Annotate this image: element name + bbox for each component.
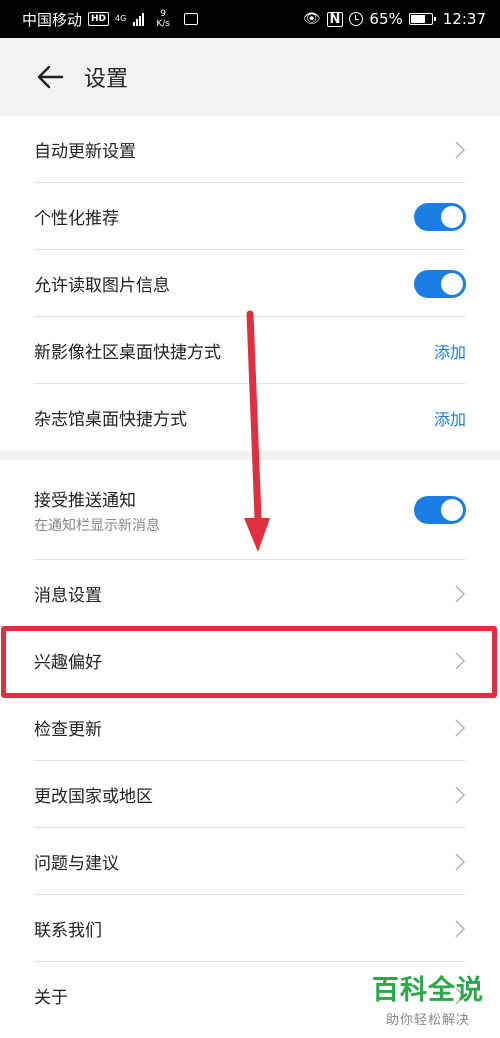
chevron-right-icon bbox=[455, 852, 466, 871]
watermark-logo: 百科全说 助你轻松解决 bbox=[372, 968, 484, 1028]
network-speed: 9 K/s bbox=[156, 9, 170, 29]
toggle-allow-read-image-info[interactable] bbox=[414, 269, 466, 298]
annotation-arrow bbox=[244, 310, 270, 552]
signal-icon bbox=[133, 12, 145, 26]
message-icon bbox=[183, 13, 198, 25]
row-message-settings[interactable]: 消息设置 bbox=[0, 560, 500, 627]
page-title: 设置 bbox=[84, 67, 129, 92]
row-check-updates[interactable]: 检查更新 bbox=[0, 694, 500, 761]
annotation-highlight-box bbox=[1, 626, 497, 698]
battery-percent: 65% bbox=[369, 10, 403, 28]
watermark-sub: 助你轻松解决 bbox=[385, 1013, 470, 1028]
row-label: 联系我们 bbox=[34, 921, 102, 941]
chevron-right-icon bbox=[455, 718, 466, 737]
hd-icon: HD bbox=[88, 12, 110, 26]
speed-unit: K/s bbox=[156, 19, 170, 29]
row-personalized-recommendation: 个性化推荐 bbox=[0, 183, 500, 250]
toggle-push-notifications[interactable] bbox=[414, 496, 466, 524]
row-label: 杂志馆桌面快捷方式 bbox=[34, 410, 187, 430]
row-feedback[interactable]: 问题与建议 bbox=[0, 828, 500, 895]
row-label: 允许读取图片信息 bbox=[34, 276, 170, 296]
alarm-icon bbox=[349, 12, 364, 26]
chevron-right-icon bbox=[455, 140, 466, 159]
speed-value: 9 bbox=[160, 9, 166, 19]
add-shortcut-link[interactable]: 添加 bbox=[434, 406, 466, 430]
eye-icon: 👁 bbox=[302, 11, 321, 27]
back-button[interactable] bbox=[22, 49, 78, 105]
row-label: 接受推送通知 bbox=[34, 490, 136, 511]
row-label: 关于 bbox=[34, 988, 68, 1008]
row-sublabel: 在通知栏显示新消息 bbox=[34, 517, 160, 534]
row-label: 问题与建议 bbox=[34, 854, 119, 874]
carrier-name: 中国移动 bbox=[22, 10, 83, 29]
chevron-right-icon bbox=[455, 584, 466, 603]
toggle-knob bbox=[441, 205, 463, 228]
row-label: 自动更新设置 bbox=[34, 142, 136, 162]
row-auto-update-settings[interactable]: 自动更新设置 bbox=[0, 116, 500, 183]
toggle-knob bbox=[441, 272, 463, 295]
app-header: 设置 bbox=[0, 38, 500, 116]
row-label: 检查更新 bbox=[34, 720, 102, 740]
clock-time: 12:37 bbox=[442, 10, 486, 28]
row-contact-us[interactable]: 联系我们 bbox=[0, 895, 500, 962]
arrow-left-icon bbox=[37, 65, 64, 89]
watermark-main: 百科全说 bbox=[372, 975, 484, 1006]
row-allow-read-image-info: 允许读取图片信息 bbox=[0, 250, 500, 317]
row-label: 消息设置 bbox=[34, 586, 102, 606]
add-shortcut-link[interactable]: 添加 bbox=[434, 339, 466, 363]
chevron-right-icon bbox=[455, 919, 466, 938]
battery-icon bbox=[408, 13, 436, 25]
toggle-personalized-recommendation[interactable] bbox=[414, 202, 466, 231]
nfc-icon: N bbox=[326, 11, 344, 27]
row-label: 更改国家或地区 bbox=[34, 787, 153, 807]
status-bar: 中国移动 HD 4G 9 K/s 👁 N 65% 12:37 bbox=[0, 0, 500, 38]
network-type: 4G bbox=[115, 14, 127, 23]
row-label: 新影像社区桌面快捷方式 bbox=[34, 343, 221, 363]
row-label: 个性化推荐 bbox=[34, 209, 119, 229]
chevron-right-icon bbox=[455, 785, 466, 804]
toggle-knob bbox=[441, 499, 463, 521]
row-change-country-region[interactable]: 更改国家或地区 bbox=[0, 761, 500, 828]
